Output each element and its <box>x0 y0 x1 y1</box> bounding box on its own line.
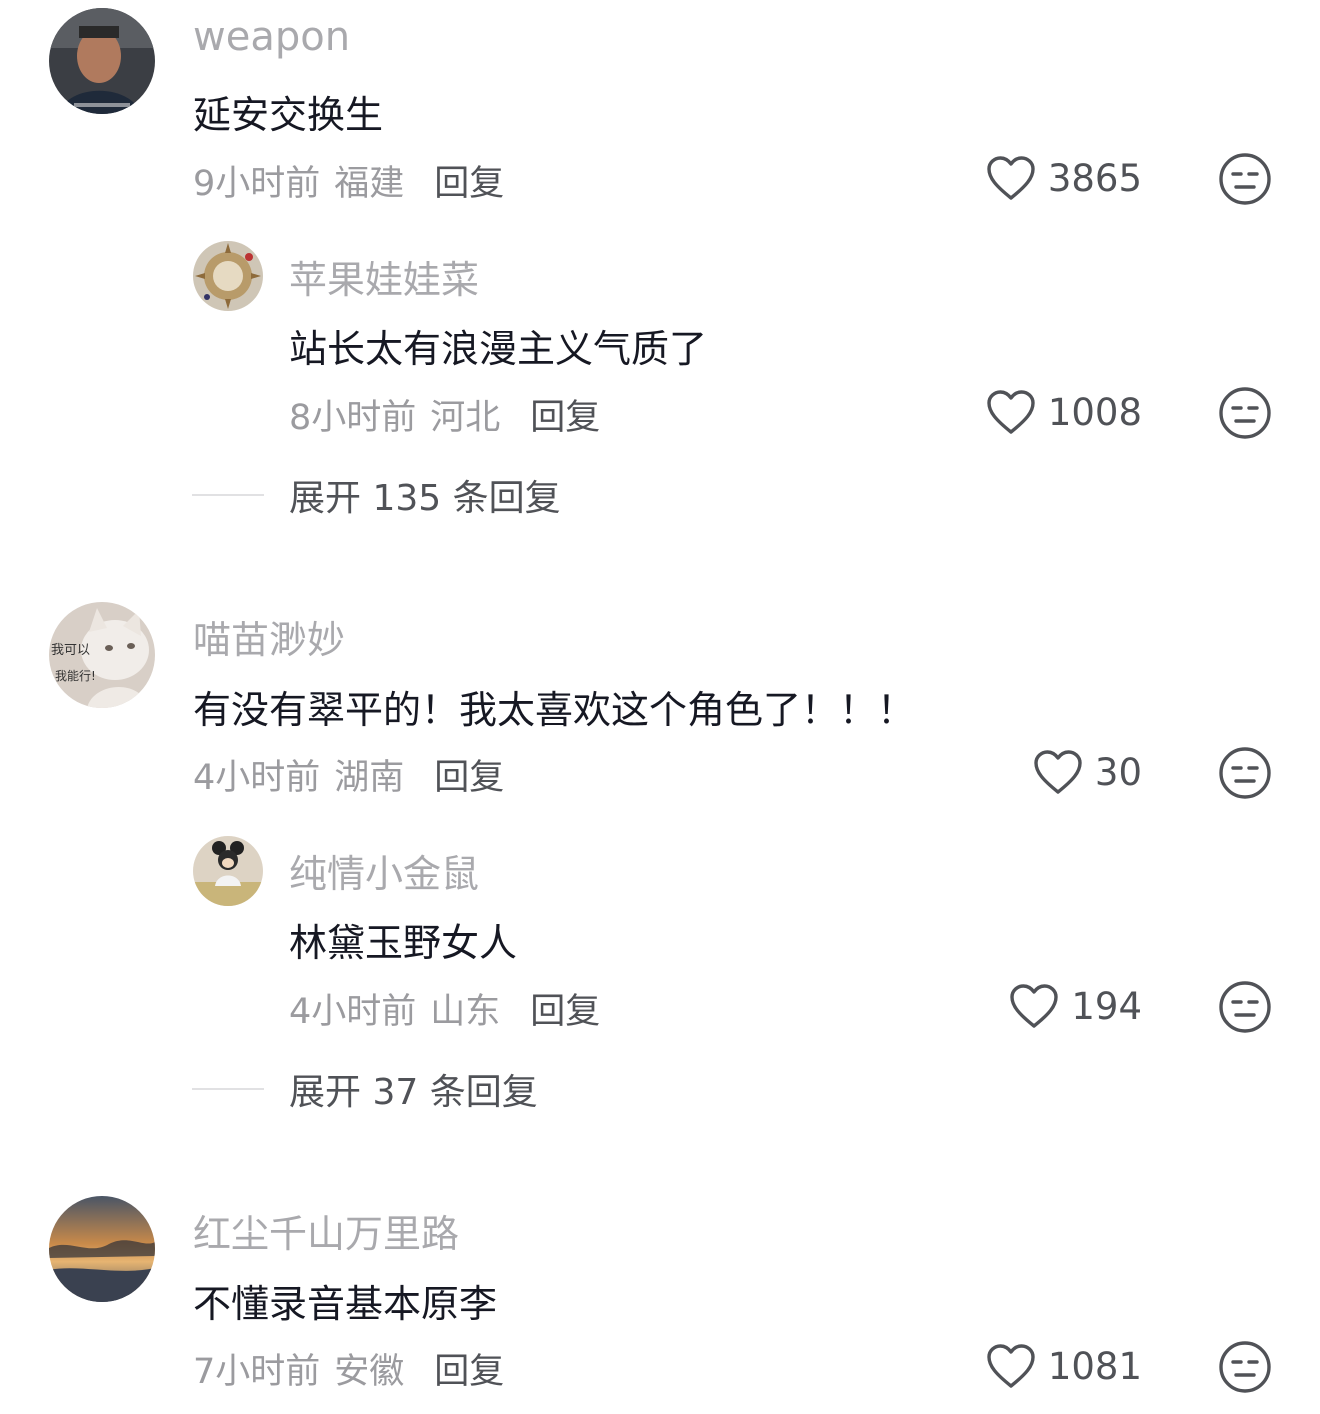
neutral-face-icon <box>1219 387 1271 439</box>
comment-text: 有没有翠平的！我太喜欢这个角色了！！！ <box>193 688 916 732</box>
heart-outline-icon <box>987 156 1035 200</box>
expand-replies-button[interactable]: 展开 37 条回复 <box>192 1063 538 1115</box>
like-count: 1081 <box>1047 1344 1142 1388</box>
like-button[interactable]: 1008 <box>986 389 1142 435</box>
reply-button[interactable]: 回复 <box>530 398 600 438</box>
comment-text: 延安交换生 <box>193 93 384 137</box>
dislike-button[interactable] <box>1218 980 1272 1034</box>
heart-outline-icon <box>1034 750 1082 794</box>
like-button[interactable]: 3865 <box>986 155 1142 201</box>
comment-meta: 7小时前 安徽 回复 <box>193 1343 504 1394</box>
username[interactable]: 红尘千山万里路 <box>193 1203 459 1258</box>
avatar-image-sun-moon <box>193 241 263 311</box>
like-button[interactable]: 30 <box>1033 749 1142 795</box>
neutral-face-icon <box>1219 1341 1271 1393</box>
dislike-button[interactable] <box>1218 386 1272 440</box>
reply-button[interactable]: 回复 <box>434 1352 504 1392</box>
like-count: 194 <box>1071 984 1142 1028</box>
avatar-caption: 我能行! <box>55 669 96 683</box>
expand-replies-button[interactable]: 展开 135 条回复 <box>192 469 561 521</box>
expand-label: 展开 37 条回复 <box>289 1072 538 1113</box>
location: 安徽 <box>334 1352 405 1392</box>
reply-meta: 4小时前 山东 回复 <box>289 983 600 1034</box>
like-button[interactable]: 194 <box>1009 983 1142 1029</box>
divider-line <box>192 494 264 496</box>
avatar-caption: 我可以 <box>51 643 90 658</box>
avatar-image-minnie <box>193 836 263 906</box>
avatar-image-sunset <box>49 1196 155 1302</box>
dislike-button[interactable] <box>1218 746 1272 800</box>
timestamp: 8小时前 <box>289 398 417 438</box>
reply-text: 站长太有浪漫主义气质了 <box>289 327 708 371</box>
reply-text: 林黛玉野女人 <box>289 921 518 965</box>
location: 湖南 <box>334 758 405 798</box>
timestamp: 7小时前 <box>193 1352 321 1392</box>
heart-outline-icon <box>987 1344 1035 1388</box>
like-count: 30 <box>1094 750 1142 794</box>
location: 河北 <box>430 398 501 438</box>
expand-label: 展开 135 条回复 <box>289 478 561 519</box>
like-button[interactable]: 1081 <box>986 1343 1142 1389</box>
like-count: 3865 <box>1047 156 1142 200</box>
neutral-face-icon <box>1219 153 1271 205</box>
reply-meta: 8小时前 河北 回复 <box>289 389 600 440</box>
avatar[interactable] <box>193 241 263 311</box>
reply-button[interactable]: 回复 <box>530 992 600 1032</box>
avatar[interactable] <box>49 1196 155 1302</box>
username[interactable]: weapon <box>193 14 350 60</box>
timestamp: 4小时前 <box>289 992 417 1032</box>
location: 福建 <box>334 164 405 204</box>
timestamp: 9小时前 <box>193 164 321 204</box>
dislike-button[interactable] <box>1218 1340 1272 1394</box>
reply-button[interactable]: 回复 <box>434 758 504 798</box>
reply-button[interactable]: 回复 <box>434 164 504 204</box>
avatar-image-cat: 我可以 我能行! <box>49 602 155 708</box>
avatar[interactable] <box>49 8 155 114</box>
heart-outline-icon <box>987 390 1035 434</box>
username[interactable]: 喵苗渺妙 <box>193 609 345 664</box>
avatar-image-man <box>49 8 155 114</box>
timestamp: 4小时前 <box>193 758 321 798</box>
neutral-face-icon <box>1219 747 1271 799</box>
comment-meta: 9小时前 福建 回复 <box>193 155 504 206</box>
comment-meta: 4小时前 湖南 回复 <box>193 749 504 800</box>
avatar[interactable]: 我可以 我能行! <box>49 602 155 708</box>
divider-line <box>192 1088 264 1090</box>
location: 山东 <box>430 992 501 1032</box>
like-count: 1008 <box>1047 390 1142 434</box>
neutral-face-icon <box>1219 981 1271 1033</box>
avatar[interactable] <box>193 836 263 906</box>
dislike-button[interactable] <box>1218 152 1272 206</box>
comment-text: 不懂录音基本原李 <box>193 1282 498 1326</box>
username[interactable]: 纯情小金鼠 <box>289 843 479 898</box>
heart-outline-icon <box>1010 984 1059 1028</box>
username[interactable]: 苹果娃娃菜 <box>289 249 479 304</box>
